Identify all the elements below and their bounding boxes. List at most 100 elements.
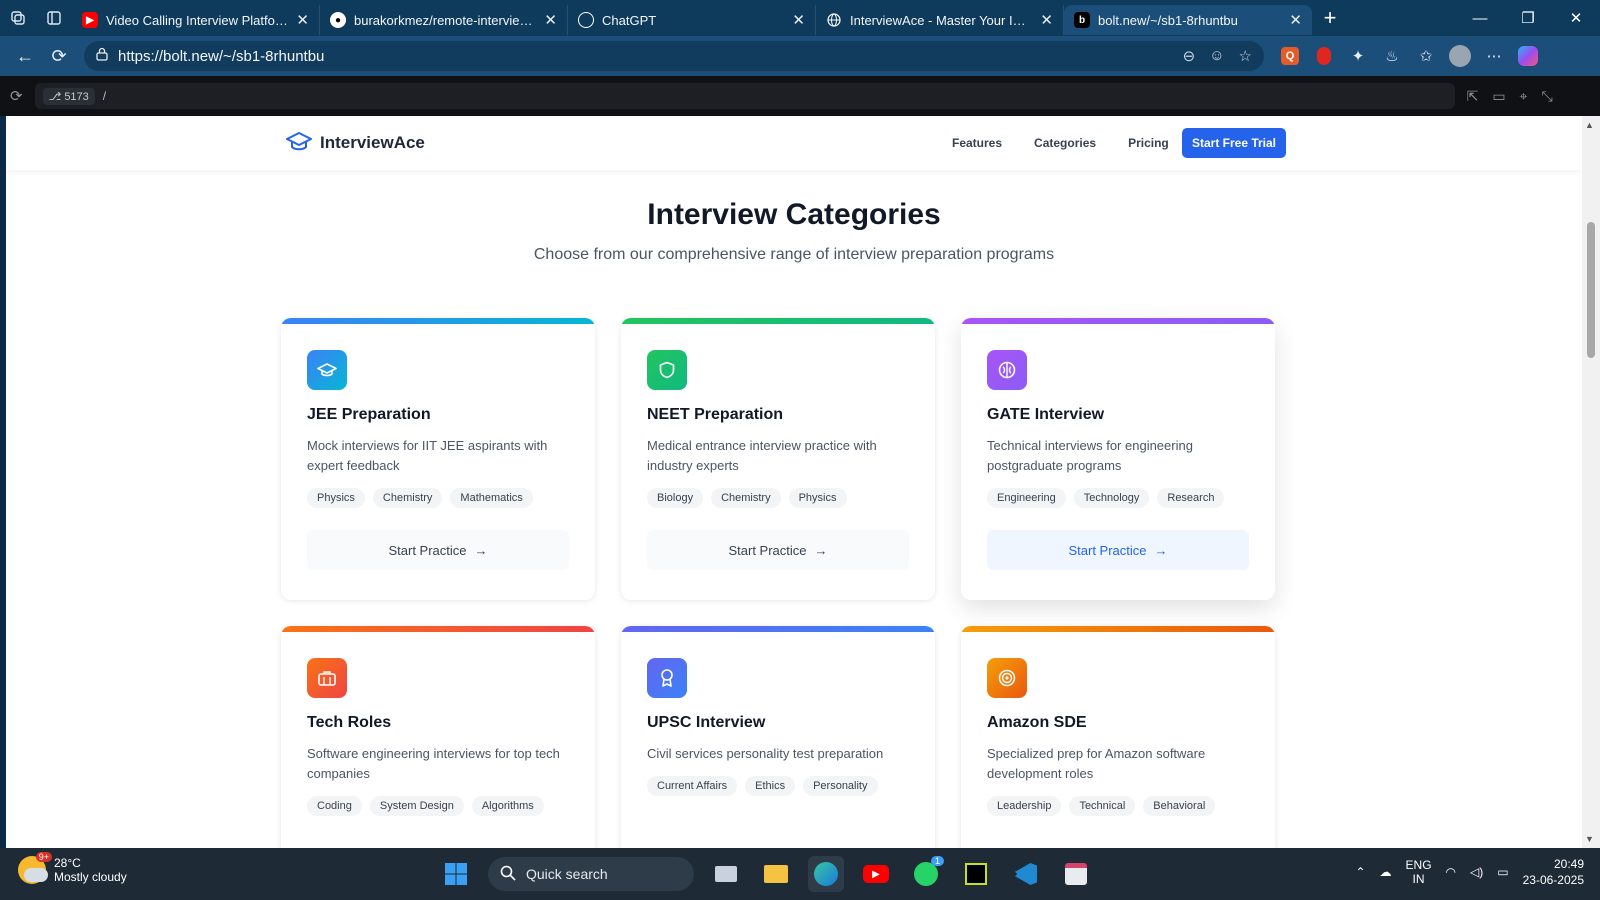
weather-widget[interactable]: 9+ 28°C Mostly cloudy (18, 852, 127, 884)
tag: Ethics (745, 776, 796, 796)
device-preview-icon[interactable]: ▭ (1492, 88, 1505, 105)
category-card-jee[interactable]: JEE Preparation Mock interviews for IIT … (281, 318, 595, 600)
category-card-amazon-sde[interactable]: Amazon SDE Specialized prep for Amazon s… (961, 626, 1275, 848)
window-controls: — ❐ ✕ (1456, 0, 1600, 36)
notification-badge: 9+ (35, 852, 52, 862)
close-icon[interactable]: ✕ (296, 11, 309, 29)
browser-essentials-icon[interactable]: ♨ (1380, 44, 1404, 68)
close-icon[interactable]: ✕ (792, 11, 805, 29)
edge-browser-icon[interactable] (808, 856, 844, 892)
browser-tab-github[interactable]: ● burakorkmez/remote-interview-p ✕ (320, 5, 568, 35)
task-view-icon[interactable] (708, 856, 744, 892)
preview-refresh-icon[interactable]: ⟳ (10, 87, 23, 105)
close-icon[interactable]: ✕ (1040, 11, 1053, 29)
start-practice-button[interactable]: Start Practice → (307, 530, 569, 570)
refresh-icon[interactable]: ⟳ (42, 39, 76, 73)
card-accent-bar (281, 318, 595, 324)
file-explorer-icon[interactable] (758, 856, 794, 892)
taskbar-apps: Quick search ▶ 1 (438, 856, 1094, 892)
whatsapp-icon[interactable]: 1 (908, 856, 944, 892)
start-practice-button[interactable]: Start Practice → (987, 530, 1249, 570)
taskbar-search[interactable]: Quick search (488, 857, 694, 891)
more-options-icon[interactable]: ⋯ (1482, 44, 1506, 68)
clock[interactable]: 20:49 23-06-2025 (1523, 856, 1584, 888)
tag: Chemistry (372, 488, 443, 508)
tag: Engineering (987, 488, 1066, 508)
url-text: https://bolt.new/~/sb1-8rhuntbu (118, 47, 325, 65)
briefcase-icon (307, 658, 347, 698)
card-description: Specialized prep for Amazon software dev… (987, 746, 1206, 781)
battery-icon[interactable]: ▭ (1497, 865, 1508, 879)
tag: Physics (307, 488, 365, 508)
lang-region: IN (1412, 872, 1425, 886)
nav-link-features[interactable]: Features (952, 136, 1002, 150)
arrow-right-icon: → (1154, 542, 1168, 558)
card-accent-bar (621, 626, 935, 632)
category-card-upsc[interactable]: UPSC Interview Civil services personalit… (621, 626, 935, 848)
extension-q-icon[interactable]: Q (1278, 44, 1302, 68)
nav-link-pricing[interactable]: Pricing (1128, 136, 1169, 150)
weather-temp: 28°C (54, 856, 81, 870)
port-chip[interactable]: ⎇ 5173 (42, 87, 95, 105)
reader-icon[interactable]: ☺ (1209, 47, 1224, 65)
onedrive-icon[interactable]: ☁ (1380, 865, 1392, 879)
new-tab-button[interactable]: + (1312, 0, 1348, 36)
site-nav: Features Categories Pricing (952, 136, 1169, 150)
preview-url-field[interactable]: ⎇ 5173 / (34, 83, 1455, 109)
minimize-button[interactable]: — (1456, 0, 1504, 36)
workspaces-icon[interactable] (0, 0, 36, 36)
close-icon[interactable]: ✕ (1289, 11, 1302, 29)
copilot-icon[interactable] (1516, 44, 1540, 68)
shield-icon (647, 350, 687, 390)
browser-tab-chatgpt[interactable]: ChatGPT ✕ (568, 5, 816, 35)
scroll-up-arrow-icon[interactable]: ▲ (1585, 120, 1594, 130)
browser-tab-bolt[interactable]: b bolt.new/~/sb1-8rhuntbu ✕ (1064, 5, 1312, 35)
category-card-neet[interactable]: NEET Preparation Medical entrance interv… (621, 318, 935, 600)
tag: Mathematics (450, 488, 533, 508)
card-tags: Physics Chemistry Mathematics (307, 488, 533, 508)
wifi-icon[interactable]: ◠ (1446, 865, 1456, 879)
tab-title: InterviewAce - Master Your Interv (850, 12, 1033, 28)
snipping-tool-icon[interactable] (1058, 856, 1094, 892)
tag: Coding (307, 796, 362, 816)
volume-icon[interactable]: ◁) (1470, 865, 1483, 879)
pycharm-icon[interactable] (958, 856, 994, 892)
page-scrollbar[interactable]: ▲ ▼ (1582, 116, 1600, 848)
start-free-trial-button[interactable]: Start Free Trial (1182, 128, 1286, 158)
extensions-puzzle-icon[interactable]: ✦ (1346, 44, 1370, 68)
page-viewport: InterviewAce Features Categories Pricing… (6, 116, 1582, 848)
profile-avatar[interactable] (1448, 44, 1472, 68)
nav-link-categories[interactable]: Categories (1034, 136, 1096, 150)
start-practice-button[interactable]: Start Practice → (647, 530, 909, 570)
windows-start-icon[interactable] (438, 856, 474, 892)
browser-tab-youtube[interactable]: ▶ Video Calling Interview Platform: ✕ (72, 5, 320, 35)
tab-actions-icon[interactable] (36, 0, 72, 36)
chevron-up-icon[interactable]: ⌃ (1355, 865, 1365, 879)
close-icon[interactable]: ✕ (544, 11, 557, 29)
favorite-star-icon[interactable]: ☆ (1239, 47, 1252, 65)
category-card-gate[interactable]: GATE Interview Technical interviews for … (961, 318, 1275, 600)
extension-red-icon[interactable] (1312, 44, 1336, 68)
lang-primary: ENG (1405, 858, 1432, 872)
category-card-tech-roles[interactable]: Tech Roles Software engineering intervie… (281, 626, 595, 848)
card-tags: Coding System Design Algorithms (307, 796, 544, 816)
tag: System Design (369, 796, 464, 816)
brand-logo[interactable]: InterviewAce (286, 130, 425, 157)
favorites-icon[interactable]: ✩ (1414, 44, 1438, 68)
scrollbar-thumb[interactable] (1587, 222, 1595, 358)
scroll-down-arrow-icon[interactable]: ▼ (1585, 834, 1594, 844)
youtube-app-icon[interactable]: ▶ (858, 856, 894, 892)
zoom-out-icon[interactable]: ⊖ (1183, 47, 1196, 65)
brand-name: InterviewAce (320, 133, 425, 152)
close-window-button[interactable]: ✕ (1552, 0, 1600, 36)
inspect-icon[interactable]: ⌖ (1520, 88, 1528, 105)
back-arrow-icon[interactable]: ← (8, 39, 42, 73)
address-bar[interactable]: https://bolt.new/~/sb1-8rhuntbu ⊖ ☺ ☆ (84, 41, 1264, 71)
browser-tab-interviewace[interactable]: InterviewAce - Master Your Interv ✕ (816, 5, 1064, 35)
open-external-icon[interactable]: ⇱ (1467, 88, 1479, 105)
restore-button[interactable]: ❐ (1504, 0, 1552, 36)
card-title: Amazon SDE (987, 714, 1087, 731)
vscode-icon[interactable] (1008, 856, 1044, 892)
language-indicator[interactable]: ENG IN (1406, 858, 1432, 886)
fullscreen-icon[interactable]: ⤡ (1541, 88, 1552, 105)
